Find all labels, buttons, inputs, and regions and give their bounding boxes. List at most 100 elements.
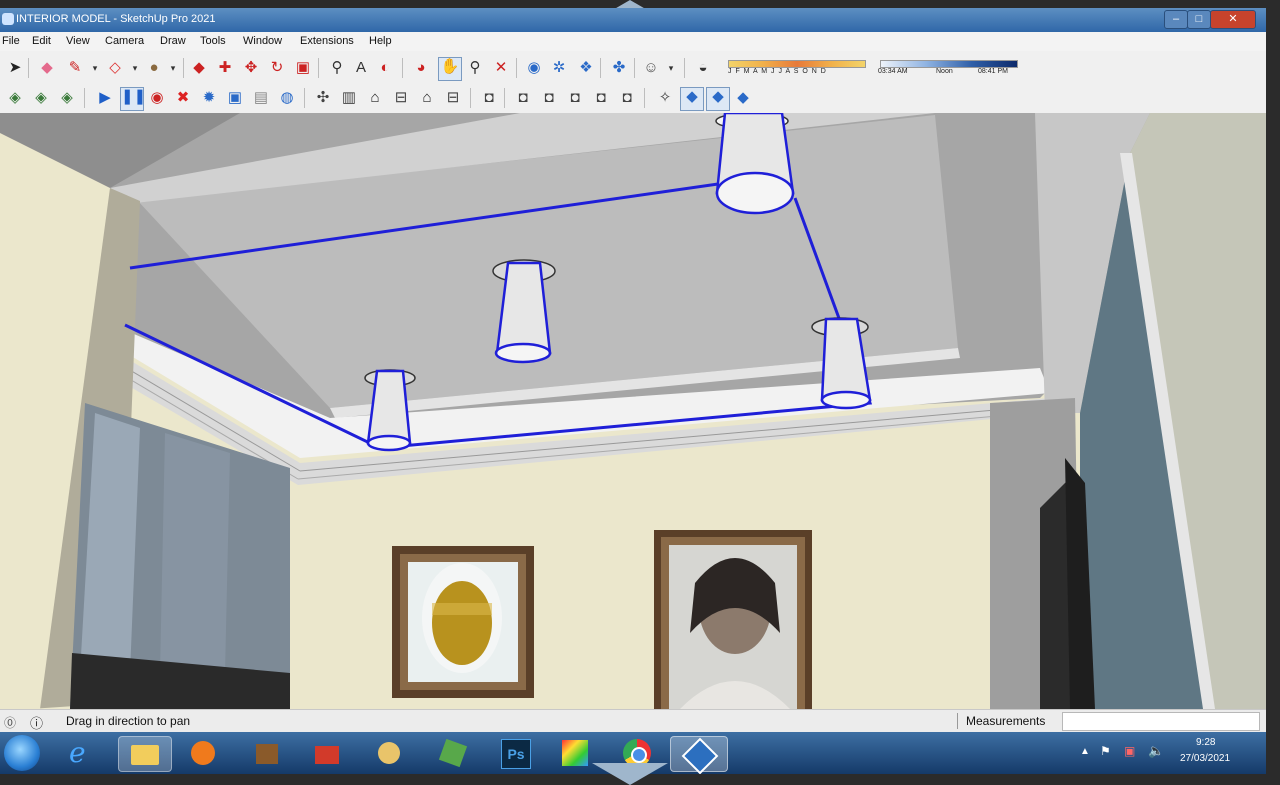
color-picker-icon[interactable] — [558, 736, 592, 770]
component-icon[interactable]: ❖ — [577, 59, 595, 77]
network-icon[interactable]: ▣ — [1124, 744, 1135, 758]
dropdown-icon[interactable]: ▾ — [126, 59, 144, 77]
scene-icon[interactable]: ▣ — [226, 89, 244, 107]
paint-bucket-icon[interactable]: ● — [145, 59, 163, 77]
menu-help[interactable]: Help — [369, 35, 392, 47]
toolbox-icon[interactable] — [310, 736, 344, 770]
layer-edge-icon[interactable]: ◆ — [734, 89, 752, 107]
shadow-time-slider[interactable]: 03:34 AM Noon 08:41 PM — [876, 56, 1020, 80]
downlight-fixture[interactable] — [715, 113, 795, 215]
stop-icon[interactable]: ✖ — [174, 89, 192, 107]
clock-time[interactable]: 9:28 — [1196, 737, 1215, 748]
record-icon[interactable]: ◉ — [148, 89, 166, 107]
pencil-icon[interactable]: ✎ — [66, 59, 84, 77]
drape-icon[interactable]: ◈ — [58, 89, 76, 107]
start-orb-icon[interactable] — [4, 735, 40, 771]
pause-icon[interactable]: ❚❚ — [120, 87, 146, 111]
hidden-line-icon[interactable]: ◘ — [540, 89, 558, 107]
portrait-frame-right[interactable] — [654, 530, 812, 709]
textured-icon[interactable]: ◘ — [592, 89, 610, 107]
toolbar-separator — [684, 58, 685, 78]
export-icon[interactable]: ▤ — [252, 89, 270, 107]
help-icon[interactable]: ⓘ — [30, 713, 43, 732]
zoom-extents-icon[interactable]: ✕ — [492, 59, 510, 77]
dropdown-icon[interactable]: ▾ — [164, 59, 182, 77]
shape-tool-icon[interactable]: ◇ — [106, 59, 124, 77]
rotate-icon[interactable]: ↻ — [268, 59, 286, 77]
top-view-icon[interactable]: ▥ — [340, 89, 358, 107]
dropdown-icon[interactable]: ▾ — [662, 59, 680, 77]
menu-extensions[interactable]: Extensions — [300, 35, 354, 47]
iso-view-icon[interactable]: ✣ — [314, 89, 332, 107]
dropdown-icon[interactable]: ▾ — [86, 59, 104, 77]
menu-file[interactable]: File — [2, 35, 20, 47]
gear-icon[interactable]: ✹ — [200, 89, 218, 107]
file-explorer-icon[interactable] — [118, 736, 172, 772]
volume-icon[interactable]: 🔈 — [1148, 743, 1164, 759]
protractor-icon[interactable]: ◐ — [376, 59, 394, 77]
portrait-frame-left[interactable] — [392, 546, 534, 698]
model-viewport[interactable] — [0, 113, 1266, 709]
select-arrow-icon[interactable]: ➤ — [6, 59, 24, 77]
play-icon[interactable]: ▶ — [96, 89, 114, 107]
media-player-icon[interactable] — [186, 736, 220, 770]
text-icon[interactable]: A — [352, 59, 370, 77]
paint-icon[interactable] — [372, 736, 406, 770]
left-view-icon[interactable]: ⊟ — [444, 89, 462, 107]
3d-scene[interactable] — [0, 113, 1266, 709]
menu-draw[interactable]: Draw — [160, 35, 186, 47]
photo-editor-icon[interactable] — [436, 736, 470, 770]
scale-icon[interactable]: ▣ — [294, 59, 312, 77]
clock-date[interactable]: 27/03/2021 — [1180, 753, 1230, 764]
menu-window[interactable]: Window — [243, 35, 282, 47]
maximize-button[interactable]: □ — [1187, 10, 1211, 29]
user-icon[interactable]: ☺ — [642, 59, 660, 77]
geo-location-icon[interactable]: ◉ — [525, 59, 543, 77]
sandbox-icon[interactable]: ◈ — [6, 89, 24, 107]
menu-view[interactable]: View — [66, 35, 90, 47]
orbit-icon[interactable]: ◕ — [412, 59, 430, 77]
shadow-date-slider[interactable]: J F M A M J J A S O N D — [724, 56, 868, 80]
right-view-icon[interactable]: ⊟ — [392, 89, 410, 107]
tape-measure-icon[interactable]: ⚲ — [328, 59, 346, 77]
menu-edit[interactable]: Edit — [32, 35, 51, 47]
measurements-input[interactable] — [1062, 712, 1260, 731]
section-icon[interactable]: ✲ — [550, 59, 568, 77]
toolbar-separator — [504, 88, 505, 108]
push-pull-icon[interactable]: ◆ — [190, 59, 208, 77]
monochrome-icon[interactable]: ◘ — [618, 89, 636, 107]
styles-icon[interactable]: ✤ — [610, 59, 628, 77]
pan-icon[interactable]: ✋ — [438, 57, 462, 81]
eraser-icon[interactable]: ◆ — [38, 59, 56, 77]
zoom-icon[interactable]: ⚲ — [466, 59, 484, 77]
tray-expand-icon[interactable]: ▲ — [1080, 746, 1090, 757]
close-button[interactable]: ✕ — [1210, 10, 1256, 29]
sketchup-icon[interactable] — [670, 736, 728, 774]
flag-icon[interactable]: ⚑ — [1100, 744, 1111, 758]
internet-explorer-icon[interactable]: e — [62, 736, 96, 770]
axes-icon[interactable]: ✧ — [656, 89, 674, 107]
archive-icon[interactable] — [250, 736, 284, 770]
scroll-down-arrow[interactable] — [592, 763, 668, 785]
xray-icon[interactable]: ◘ — [480, 89, 498, 107]
shadow-icon[interactable]: ◒ — [694, 59, 712, 77]
minimize-button[interactable]: – — [1164, 10, 1188, 29]
menu-camera[interactable]: Camera — [105, 35, 144, 47]
layer-fill-icon[interactable]: ◆ — [706, 87, 730, 111]
move-icon[interactable]: ✥ — [242, 59, 260, 77]
follow-me-icon[interactable]: ✚ — [216, 59, 234, 77]
back-view-icon[interactable]: ⌂ — [418, 89, 436, 107]
menu-tools[interactable]: Tools — [200, 35, 226, 47]
stamp-icon[interactable]: ◈ — [32, 89, 50, 107]
shaded-icon[interactable]: ◘ — [566, 89, 584, 107]
info-icon[interactable]: ⓪ — [4, 714, 16, 731]
photoshop-icon[interactable]: Ps — [498, 736, 532, 770]
downlight-fixture[interactable] — [492, 259, 556, 364]
downlight-fixture[interactable] — [364, 369, 416, 452]
layer-solid-icon[interactable]: ◆ — [680, 87, 704, 111]
time-end-label: 08:41 PM — [978, 68, 1008, 75]
wireframe-icon[interactable]: ◘ — [514, 89, 532, 107]
help-circle-icon[interactable]: ◍ — [278, 89, 296, 107]
front-view-icon[interactable]: ⌂ — [366, 89, 384, 107]
months-label: J F M A M J J A S O N D — [728, 68, 827, 75]
